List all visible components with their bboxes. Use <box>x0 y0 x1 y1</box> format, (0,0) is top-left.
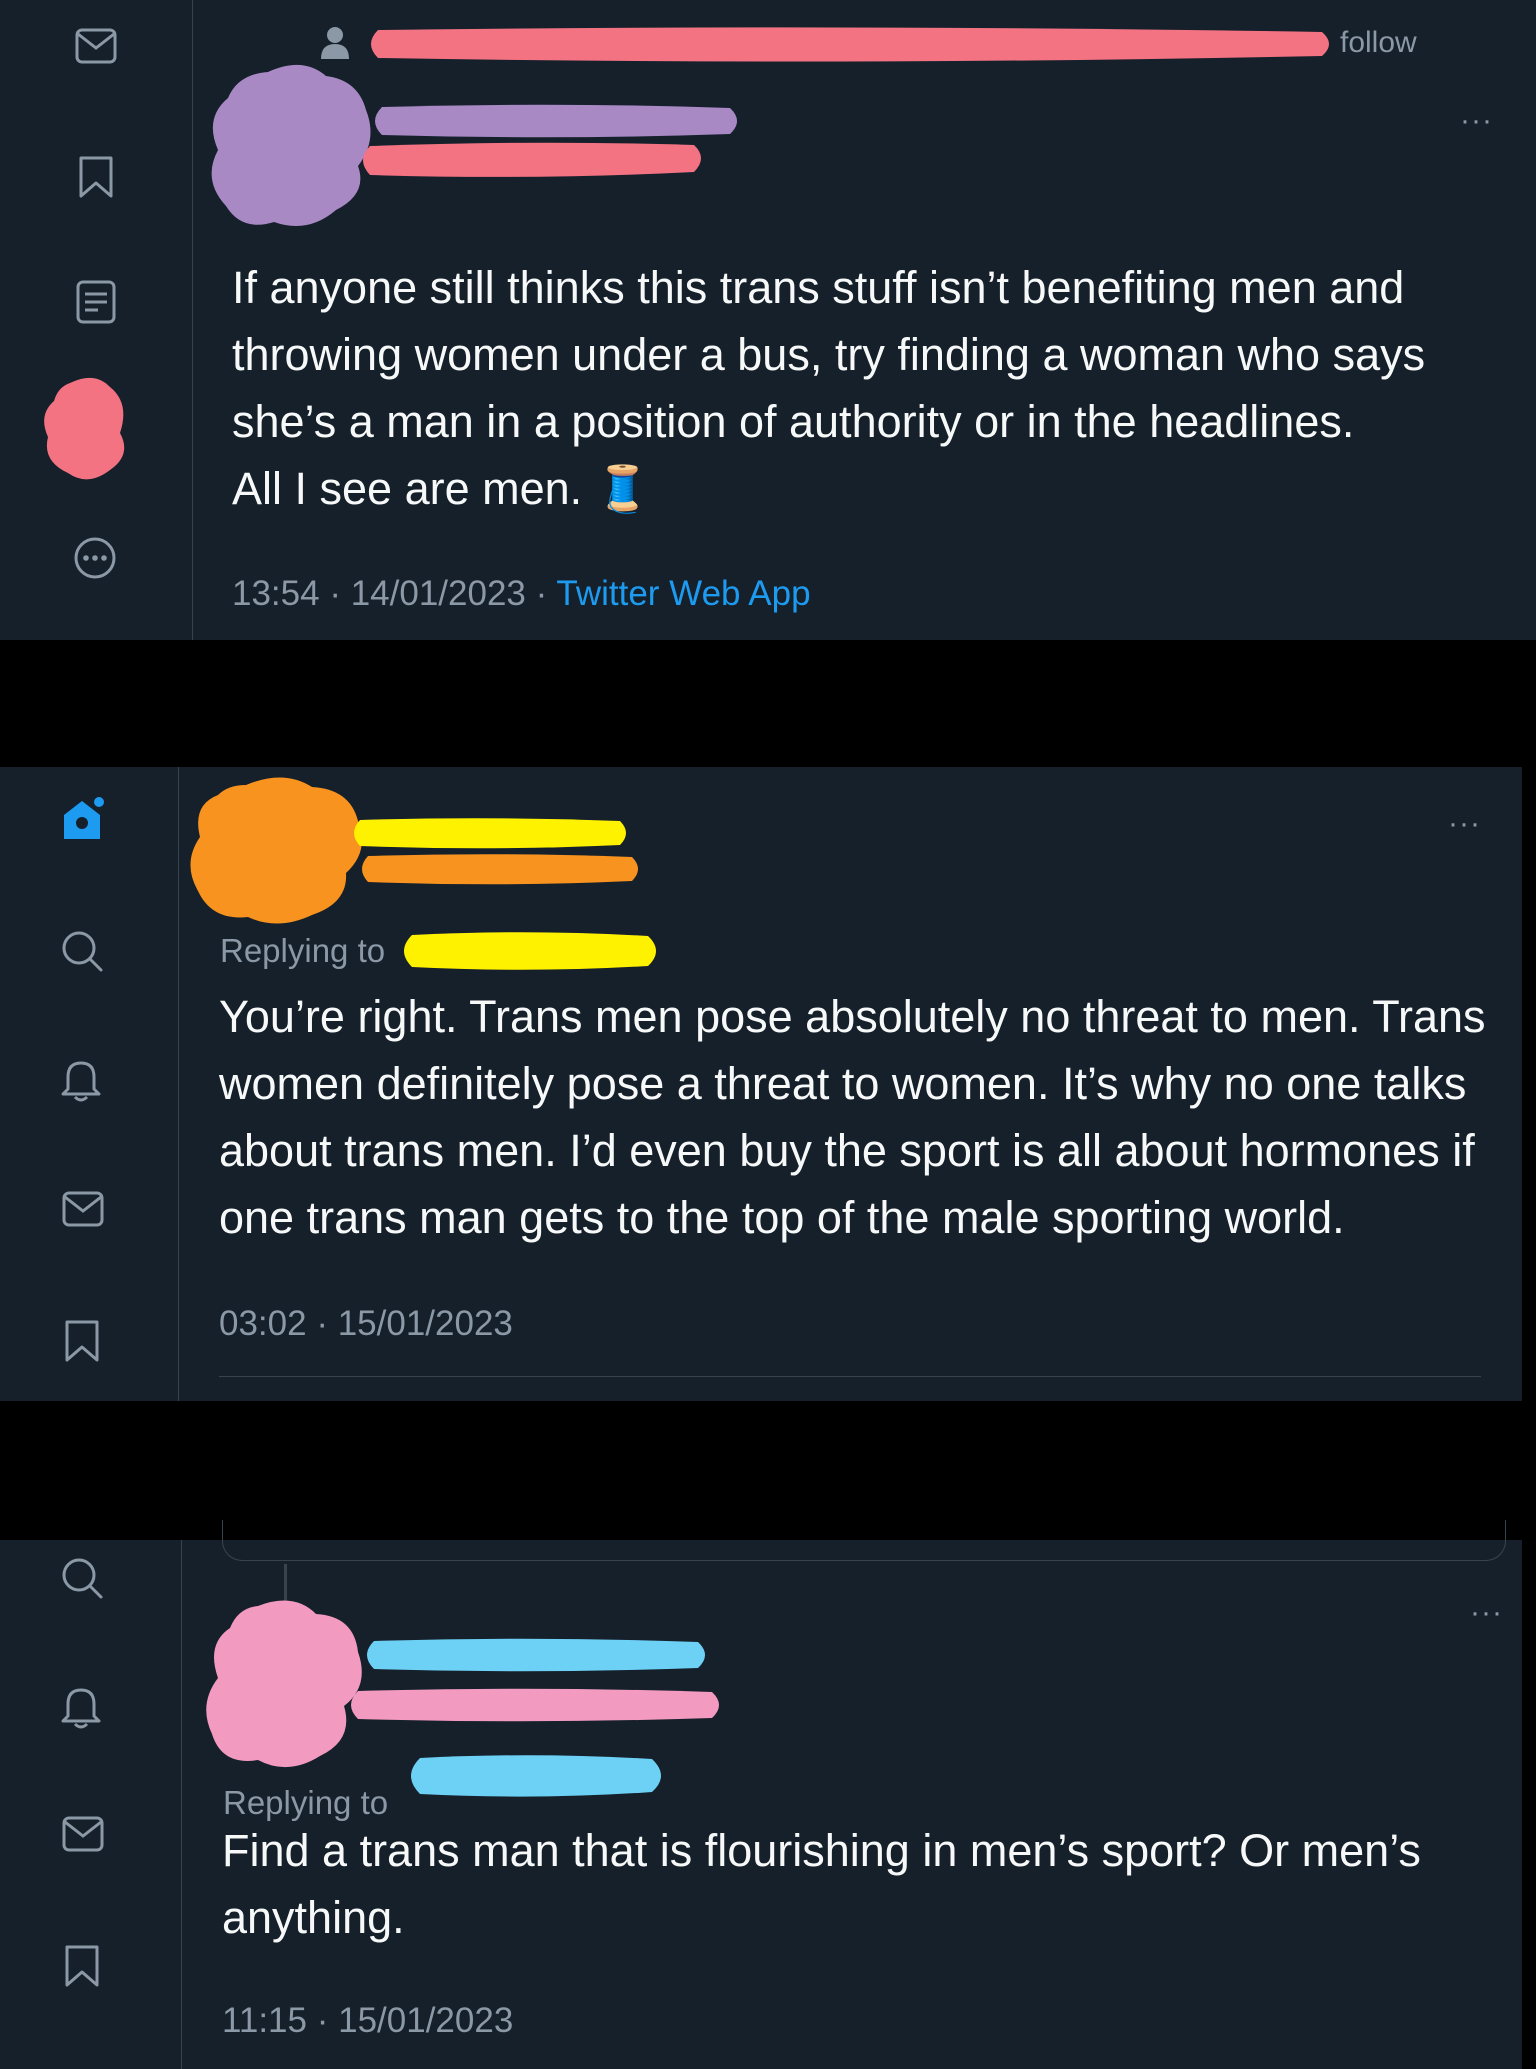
tweet-text-line: You’re right. Trans men pose absolutely … <box>219 991 1486 1042</box>
search-icon[interactable] <box>60 929 104 973</box>
separator-dot: · <box>316 2001 329 2040</box>
tweet-metadata: 11:15 · 15/01/2023 <box>222 2001 513 2041</box>
redacted-display-name <box>360 1638 712 1677</box>
tweet-text-line: All I see are men. 🧵 <box>232 463 651 514</box>
tweet-date[interactable]: 15/01/2023 <box>338 1304 513 1343</box>
profile-avatar-redacted[interactable] <box>40 375 130 490</box>
redacted-social-context <box>364 26 1336 67</box>
sidebar-rail <box>0 0 193 640</box>
avatar-redacted[interactable] <box>188 775 364 930</box>
redacted-display-name <box>368 104 744 143</box>
quoted-card-edge <box>222 1520 1506 1561</box>
follow-link[interactable]: follow <box>1340 26 1417 60</box>
tweet-text-line: she’s a man in a position of authority o… <box>232 396 1355 447</box>
tweet-time[interactable]: 13:54 <box>232 574 320 613</box>
avatar-redacted[interactable] <box>204 1596 364 1779</box>
tweet-time[interactable]: 11:15 <box>222 2001 307 2040</box>
tweet-metadata: 13:54 · 14/01/2023 · Twitter Web App <box>232 574 811 614</box>
tweet-time[interactable]: 03:02 <box>219 1304 307 1343</box>
separator-dot: · <box>329 574 341 613</box>
mail-icon[interactable] <box>62 1191 104 1227</box>
redacted-reply-target[interactable] <box>402 1754 670 1803</box>
more-circle-icon[interactable] <box>73 536 117 580</box>
more-options-button[interactable]: ··· <box>1448 807 1481 841</box>
more-options-button[interactable]: ··· <box>1460 104 1493 138</box>
bookmark-icon[interactable] <box>64 1319 100 1363</box>
tweet-text-line: one trans man gets to the top of the mal… <box>219 1192 1345 1243</box>
redacted-handle <box>356 142 708 183</box>
sidebar-rail <box>0 767 179 1401</box>
bookmark-icon[interactable] <box>64 1944 100 1988</box>
redacted-handle <box>356 853 644 890</box>
mail-icon[interactable] <box>62 1816 104 1852</box>
separator-dot: · <box>535 574 548 613</box>
notifications-bell-icon[interactable] <box>60 1684 102 1730</box>
tweet-text-line: Find a trans man that is flourishing in … <box>222 1825 1421 1876</box>
tweet-text-line: women definitely pose a threat to women.… <box>219 1058 1467 1109</box>
tweet-text-line: throwing women under a bus, try finding … <box>232 329 1426 380</box>
tweet-source-link[interactable]: Twitter Web App <box>556 574 810 613</box>
tweet-panel-reply-2: ··· Replying to Find a trans man that is… <box>0 1520 1522 2069</box>
redacted-reply-target[interactable] <box>396 931 664 976</box>
tweet-metadata: 03:02 · 15/01/2023 <box>219 1304 513 1344</box>
tweet-text-line: about trans men. I’d even buy the sport … <box>219 1125 1475 1176</box>
sidebar-rail <box>0 1540 182 2069</box>
search-icon[interactable] <box>60 1556 104 1600</box>
notifications-bell-icon[interactable] <box>60 1057 102 1103</box>
tweet-date[interactable]: 14/01/2023 <box>351 574 526 613</box>
person-icon <box>320 26 350 60</box>
mail-icon[interactable] <box>75 28 117 64</box>
tweet-text-line: If anyone still thinks this trans stuff … <box>232 262 1405 313</box>
divider <box>219 1376 1481 1377</box>
tweet-panel-reply-1: ··· Replying to You’re right. Trans men … <box>0 767 1522 1401</box>
home-icon[interactable] <box>58 795 106 843</box>
tweet-text-line: anything. <box>222 1892 405 1943</box>
redacted-handle <box>344 1688 726 1727</box>
tweet-date[interactable]: 15/01/2023 <box>338 2001 513 2040</box>
lists-icon[interactable] <box>76 280 116 324</box>
avatar-redacted[interactable] <box>208 62 374 237</box>
separator-dot: · <box>316 1304 328 1343</box>
redacted-display-name <box>348 817 632 854</box>
tweet-panel-original: follow ··· If anyone still thinks this t… <box>0 0 1536 640</box>
replying-to-label: Replying to <box>220 932 386 969</box>
bookmark-icon[interactable] <box>78 155 114 199</box>
more-options-button[interactable]: ··· <box>1470 1596 1503 1630</box>
